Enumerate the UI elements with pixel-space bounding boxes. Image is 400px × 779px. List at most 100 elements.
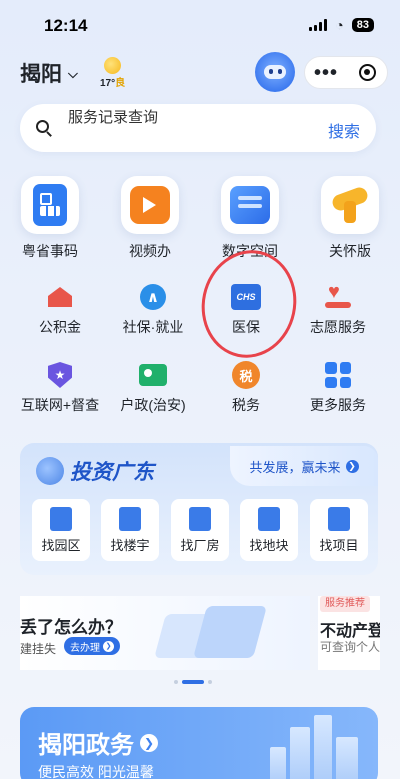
gov-card-heading: 揭阳政务 ❯ (38, 725, 158, 760)
banner-slide-realestate[interactable]: 服务推荐 不动产登 可查询个人 (318, 596, 380, 670)
invest-item-land[interactable]: 找地块 (240, 499, 298, 561)
chevron-right-icon: ❯ (140, 733, 158, 752)
service-label: 税务 (232, 397, 260, 413)
service-medical-insurance[interactable]: CHS 医保 (196, 282, 296, 337)
gov-card-subtitle: 便民高效 阳光温馨 (38, 764, 154, 779)
invest-item-label: 找厂房 (180, 538, 220, 553)
chs-medical-icon: CHS (231, 284, 261, 310)
tile-label: 粤省事码 (22, 243, 78, 259)
factory-icon (189, 507, 211, 531)
chevron-right-icon: ❯ (103, 640, 114, 652)
invest-guangdong-card: 投资广东 共发展，赢未来 ❯ 找园区 找楼宇 找厂房 找地块 找项目 (20, 443, 378, 575)
service-label: 更多服务 (310, 397, 366, 413)
search-button[interactable]: 搜索 (328, 118, 360, 142)
mini-program-capsule: ••• (304, 56, 388, 89)
service-more[interactable]: 更多服务 (288, 360, 388, 415)
wifi-icon: ◔ (335, 17, 344, 33)
services-row-2: ★ 互联网+督查 户政(治安) 税 税务 更多服务 (0, 360, 400, 420)
invest-item-label: 找楼宇 (110, 538, 150, 553)
invest-item-park[interactable]: 找园区 (32, 499, 90, 561)
tile-care-mode[interactable]: 关怀版 (310, 176, 390, 261)
banner-go-label: 去办理 (70, 642, 100, 654)
qr-code-icon (33, 184, 67, 226)
tile-label: 数字空间 (222, 243, 278, 259)
app-header: 揭阳 ⌵ 17°良 ••• (0, 52, 400, 92)
search-icon (36, 120, 49, 133)
building-icon (119, 507, 141, 531)
invest-title: 投资广东 (70, 461, 154, 484)
invest-items: 找园区 找楼宇 找厂房 找地块 找项目 (32, 499, 368, 561)
building-illustration (336, 737, 358, 779)
status-bar: 12:14 ◔ 83 (0, 0, 400, 50)
banner-carousel[interactable]: 丢了怎么办？ 建挂失 去办理 ❯ 服务推荐 不动产登 可查询个人 (20, 596, 380, 670)
household-id-icon (139, 364, 167, 386)
project-icon (328, 507, 350, 531)
shield-star-icon: ★ (48, 362, 72, 388)
banner-title: 丢了怎么办？ (20, 618, 122, 637)
tile-label: 视频办 (129, 243, 171, 259)
close-mini-program-icon[interactable] (359, 64, 376, 81)
invest-item-project[interactable]: 找项目 (310, 499, 368, 561)
banner-subtitle: 可查询个人 (320, 640, 380, 654)
care-ribbon-icon (330, 185, 370, 225)
tax-icon: 税 (232, 361, 260, 389)
temperature: 17° (100, 78, 116, 89)
invest-item-label: 找园区 (41, 538, 81, 553)
video-icon (130, 186, 170, 224)
cellular-signal-icon (309, 19, 328, 31)
service-label: 医保 (232, 319, 260, 335)
building-illustration (290, 727, 310, 779)
recommend-badge: 服务推荐 (320, 596, 370, 612)
feature-tiles: 粤省事码 视频办 数字空间 关怀版 (0, 176, 400, 266)
weather-widget[interactable]: 17°良 (98, 55, 132, 89)
more-menu-icon[interactable]: ••• (305, 63, 347, 83)
invest-item-building[interactable]: 找楼宇 (101, 499, 159, 561)
service-label: 户政(治安) (120, 397, 186, 413)
chevron-down-icon: ⌵ (68, 66, 78, 81)
tile-digital-space[interactable]: 数字空间 (210, 176, 290, 261)
tile-video-service[interactable]: 视频办 (110, 176, 190, 261)
invest-item-label: 找项目 (319, 538, 359, 553)
tile-label: 关怀版 (329, 243, 371, 259)
jieyang-gov-card[interactable]: 揭阳政务 ❯ 便民高效 阳光温馨 (20, 707, 378, 779)
sun-icon (104, 57, 121, 74)
tile-yueshengshi-code[interactable]: 粤省事码 (10, 176, 90, 261)
service-label: 社保·就业 (122, 319, 184, 335)
service-housing-fund[interactable]: 公积金 (10, 282, 110, 337)
service-social-security[interactable]: ∧ 社保·就业 (103, 282, 203, 337)
assistant-mascot-icon[interactable] (255, 52, 295, 92)
banner-subtitle: 建挂失 (20, 642, 57, 656)
invest-slogan: 共发展，赢未来 (249, 459, 341, 475)
service-label: 志愿服务 (310, 319, 366, 335)
social-security-icon: ∧ (140, 284, 166, 310)
volunteer-heart-icon (325, 281, 351, 308)
search-input[interactable]: 服务记录查询 (68, 106, 158, 127)
building-illustration (314, 715, 332, 779)
service-household-registration[interactable]: 户政(治安) (103, 360, 203, 415)
service-volunteer[interactable]: 志愿服务 (288, 281, 388, 337)
invest-item-label: 找地块 (249, 538, 289, 553)
service-label: 公积金 (39, 319, 81, 335)
land-icon (258, 507, 280, 531)
services-row-1: 公积金 ∧ 社保·就业 CHS 医保 志愿服务 (0, 281, 400, 342)
city-selector[interactable]: 揭阳 ⌵ (20, 58, 78, 88)
more-grid-icon (325, 362, 351, 388)
invest-slogan-link[interactable]: 共发展，赢未来 ❯ (230, 446, 378, 486)
chevron-right-icon: ❯ (345, 459, 359, 473)
invest-item-factory[interactable]: 找厂房 (171, 499, 229, 561)
search-bar[interactable]: 服务记录查询 搜索 (20, 104, 376, 152)
service-internet-supervision[interactable]: ★ 互联网+督查 (10, 360, 110, 415)
service-label: 互联网+督查 (20, 397, 100, 413)
weather-temp: 17°良 (100, 74, 125, 89)
house-fund-icon (48, 287, 72, 307)
air-quality: 良 (115, 78, 126, 89)
banner-go-button[interactable]: 去办理 ❯ (64, 637, 120, 655)
banner-slide-lost[interactable]: 丢了怎么办？ 建挂失 去办理 ❯ (20, 596, 310, 670)
status-indicators: ◔ 83 (309, 17, 374, 33)
battery-icon: 83 (351, 18, 374, 32)
service-tax[interactable]: 税 税务 (196, 360, 296, 415)
building-illustration (270, 747, 286, 779)
park-icon (50, 507, 72, 531)
digital-space-icon (230, 186, 270, 224)
city-name: 揭阳 (20, 63, 62, 86)
